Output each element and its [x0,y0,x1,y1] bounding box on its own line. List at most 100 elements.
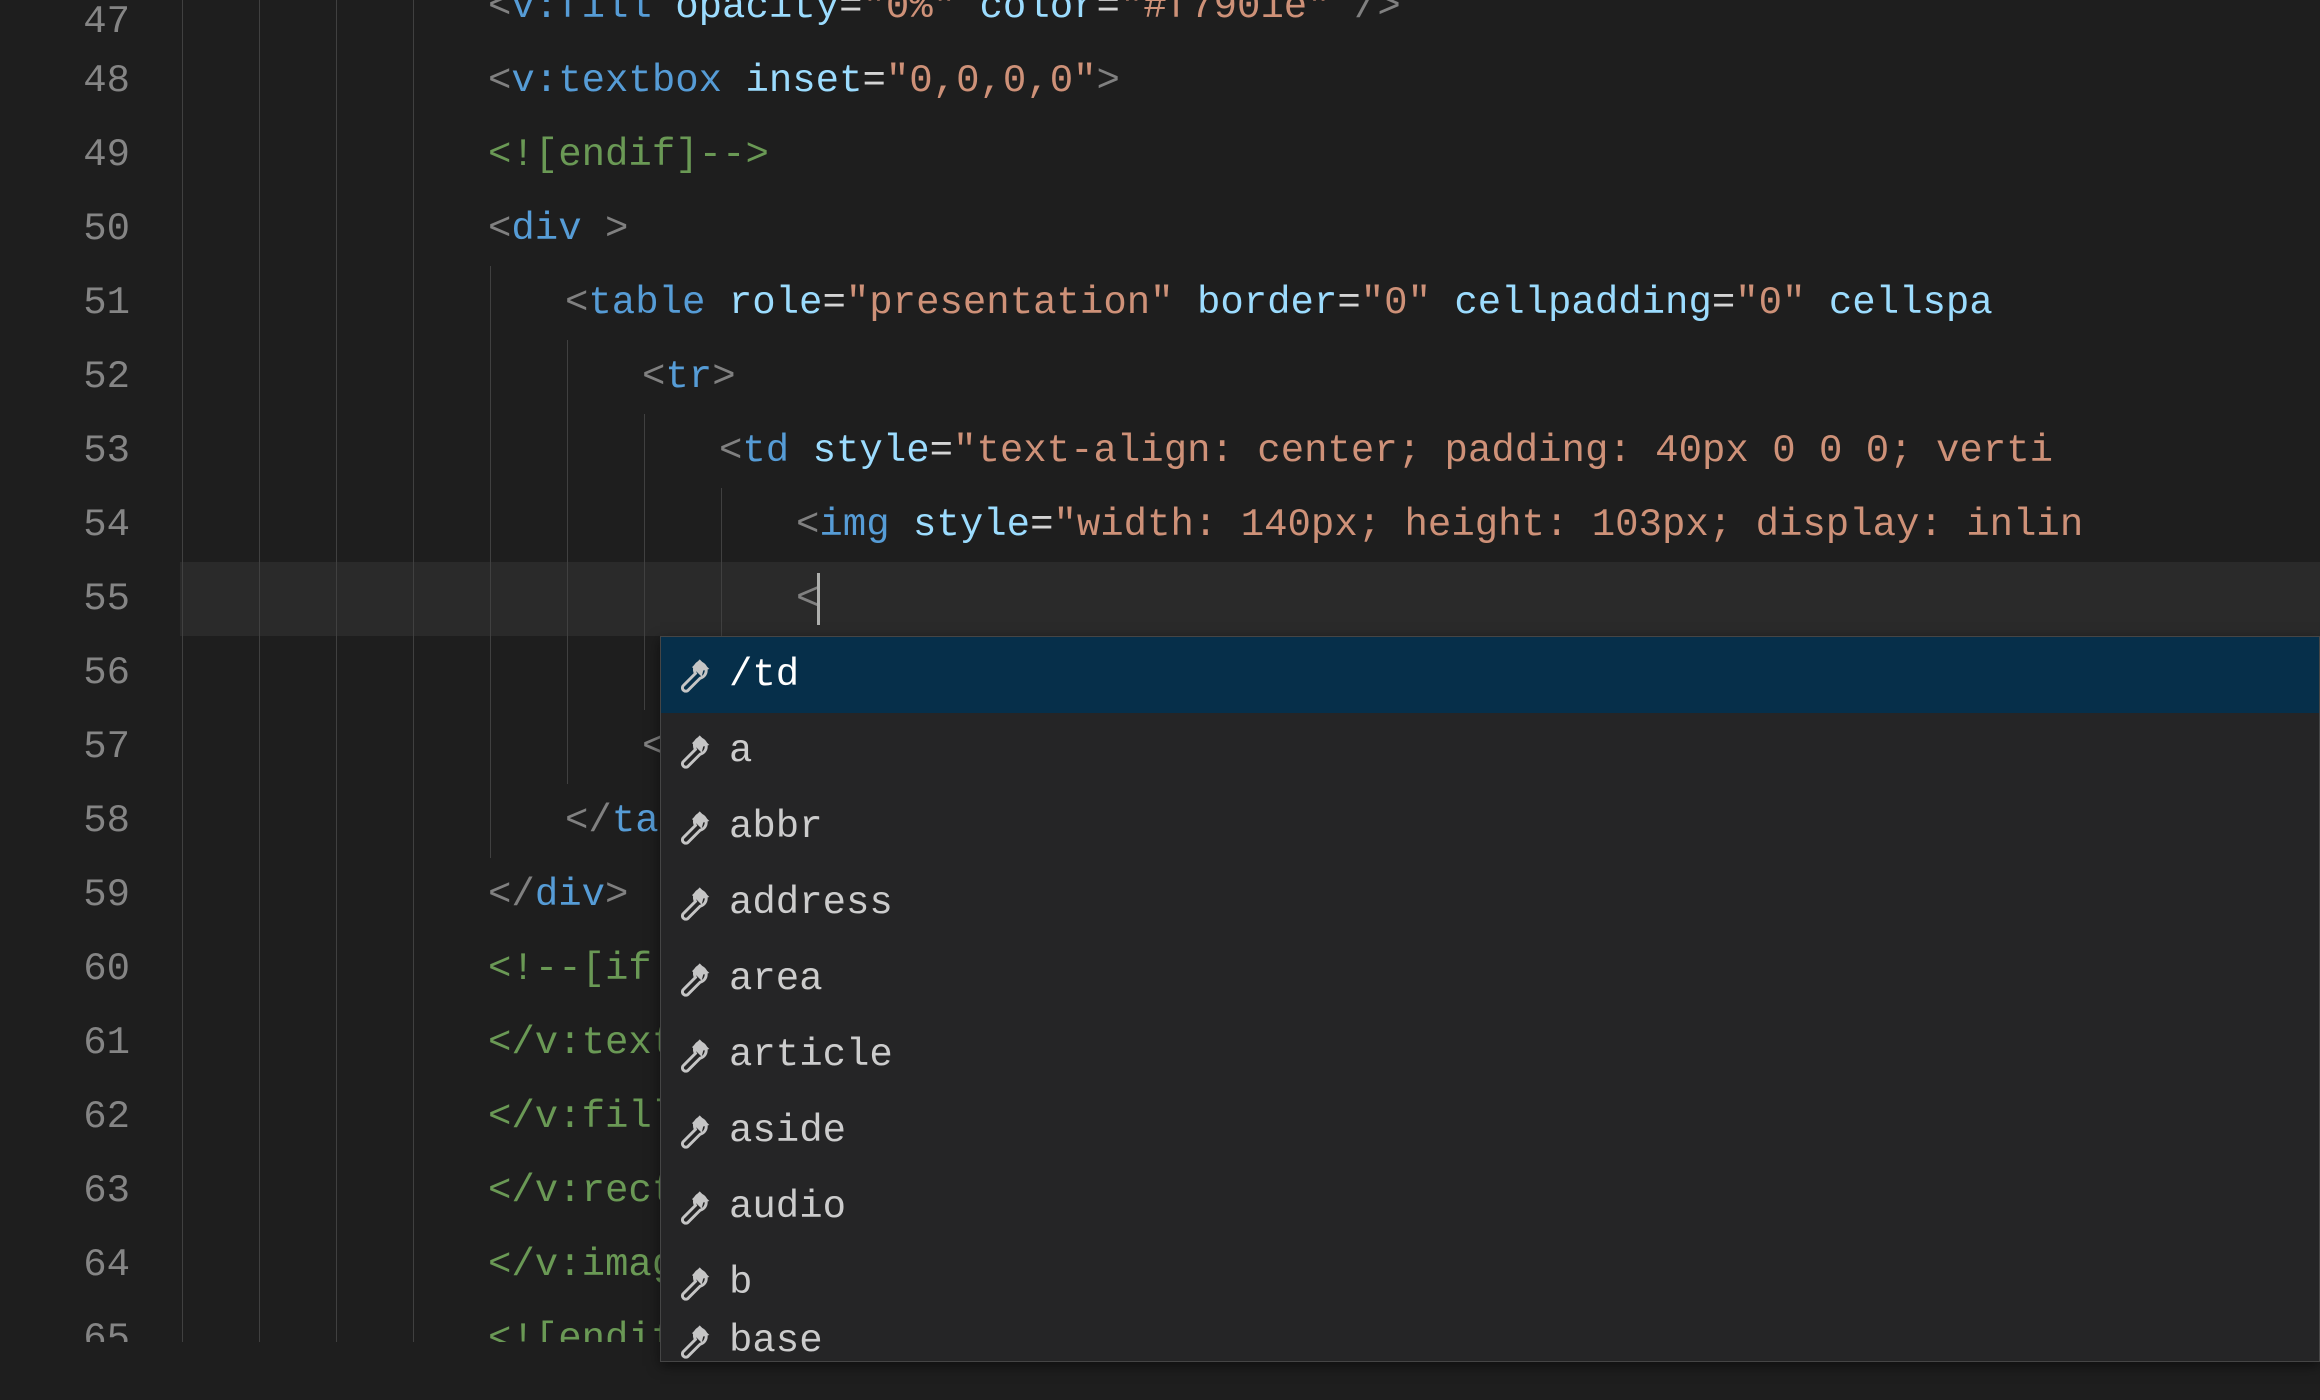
code-token [890,503,913,547]
wrench-icon [673,731,713,771]
code-token: = [1097,0,1120,29]
autocomplete-item-label: b [729,1245,2319,1321]
code-token: = [822,281,845,325]
code-token: td [742,429,789,473]
code-token: <![endif]--> [488,133,769,177]
code-token: = [862,59,885,103]
wrench-icon [673,807,713,847]
autocomplete-item[interactable]: address [661,865,2319,941]
code-token: cellspa [1829,281,1993,325]
code-token: style [913,503,1030,547]
line-number: 60 [0,932,130,1006]
autocomplete-item-label: /td [729,637,2319,713]
line-number: 49 [0,118,130,192]
code-editor[interactable]: 47 48 49 50 51 52 53 54 55 56 57 58 59 6… [0,0,2320,1400]
code-line[interactable]: <table role="presentation" border="0" ce… [180,266,2320,340]
line-number: 52 [0,340,130,414]
code-token: > [712,355,735,399]
code-line[interactable]: <td style="text-align: center; padding: … [180,414,2320,488]
code-token: < [642,355,665,399]
autocomplete-item-label: abbr [729,789,2319,865]
wrench-icon [673,1035,713,1075]
line-number: 57 [0,710,130,784]
code-token: cellpadding [1454,281,1711,325]
autocomplete-item-label: article [729,1017,2319,1093]
wrench-icon [673,1111,713,1151]
code-token [705,281,728,325]
code-token: v:fill [511,0,651,29]
autocomplete-item[interactable]: /td [661,637,2319,713]
code-token: > [605,207,628,251]
code-line[interactable]: <tr> [180,340,2320,414]
code-token: img [819,503,889,547]
code-token: v:textbox [511,59,722,103]
code-line[interactable]: <div > [180,192,2320,266]
code-token: div [511,207,581,251]
code-line[interactable]: <![endif]--> [180,118,2320,192]
wrench-icon [673,1263,713,1303]
code-line[interactable]: <v:fill opacity="0%" color="#f7901e" /> [180,0,2320,44]
wrench-icon [673,655,713,695]
autocomplete-item[interactable]: a [661,713,2319,789]
autocomplete-popup[interactable]: /tdaabbraddressareaarticleasideaudiobbas… [660,636,2320,1362]
autocomplete-item-label: a [729,713,2319,789]
code-token: div [535,873,605,917]
line-number: 50 [0,192,130,266]
code-token: inset [745,59,862,103]
autocomplete-item[interactable]: b [661,1245,2319,1321]
autocomplete-item[interactable]: abbr [661,789,2319,865]
code-token: color [980,0,1097,29]
code-token: "0%" [862,0,956,29]
code-token: /> [1354,0,1401,29]
code-token: < [565,281,588,325]
code-token: "text-align: center; padding: 40px 0 0 0… [953,429,2053,473]
line-number: 65 [0,1302,130,1342]
code-line[interactable]: <img style="width: 140px; height: 103px;… [180,488,2320,562]
line-number: 59 [0,858,130,932]
line-number: 54 [0,488,130,562]
autocomplete-item[interactable]: audio [661,1169,2319,1245]
code-line[interactable]: <v:textbox inset="0,0,0,0"> [180,44,2320,118]
code-token [1805,281,1828,325]
line-number: 47 [0,0,130,44]
autocomplete-item-label: address [729,865,2319,941]
code-token: = [1337,281,1360,325]
line-number-gutter: 47 48 49 50 51 52 53 54 55 56 57 58 59 6… [0,0,180,1400]
code-line[interactable]: < [180,562,2320,636]
line-number: 63 [0,1154,130,1228]
code-token: opacity [675,0,839,29]
line-number: 64 [0,1228,130,1302]
line-number: 58 [0,784,130,858]
code-token: "presentation" [846,281,1174,325]
text-cursor [817,573,820,625]
code-token [722,59,745,103]
wrench-icon [673,883,713,923]
line-number: 53 [0,414,130,488]
code-token [582,207,605,251]
code-token [1331,0,1354,29]
code-token: = [930,429,953,473]
code-token: = [1712,281,1735,325]
code-token: table [588,281,705,325]
code-token: < [488,207,511,251]
autocomplete-item[interactable]: base [661,1321,2319,1361]
code-token: < [719,429,742,473]
autocomplete-item-label: audio [729,1169,2319,1245]
code-token: border [1197,281,1337,325]
autocomplete-item[interactable]: aside [661,1093,2319,1169]
autocomplete-item-label: area [729,941,2319,1017]
code-token: "0,0,0,0" [886,59,1097,103]
code-token: "width: 140px; height: 103px; display: i… [1053,503,2083,547]
autocomplete-item[interactable]: area [661,941,2319,1017]
line-number: 56 [0,636,130,710]
autocomplete-item-label: aside [729,1093,2319,1169]
code-token: < [488,0,511,29]
code-token: < [488,59,511,103]
code-token: > [605,873,628,917]
wrench-icon [673,959,713,999]
autocomplete-item[interactable]: article [661,1017,2319,1093]
line-number: 61 [0,1006,130,1080]
code-token: "0" [1735,281,1805,325]
code-token: = [839,0,862,29]
code-token: tr [665,355,712,399]
